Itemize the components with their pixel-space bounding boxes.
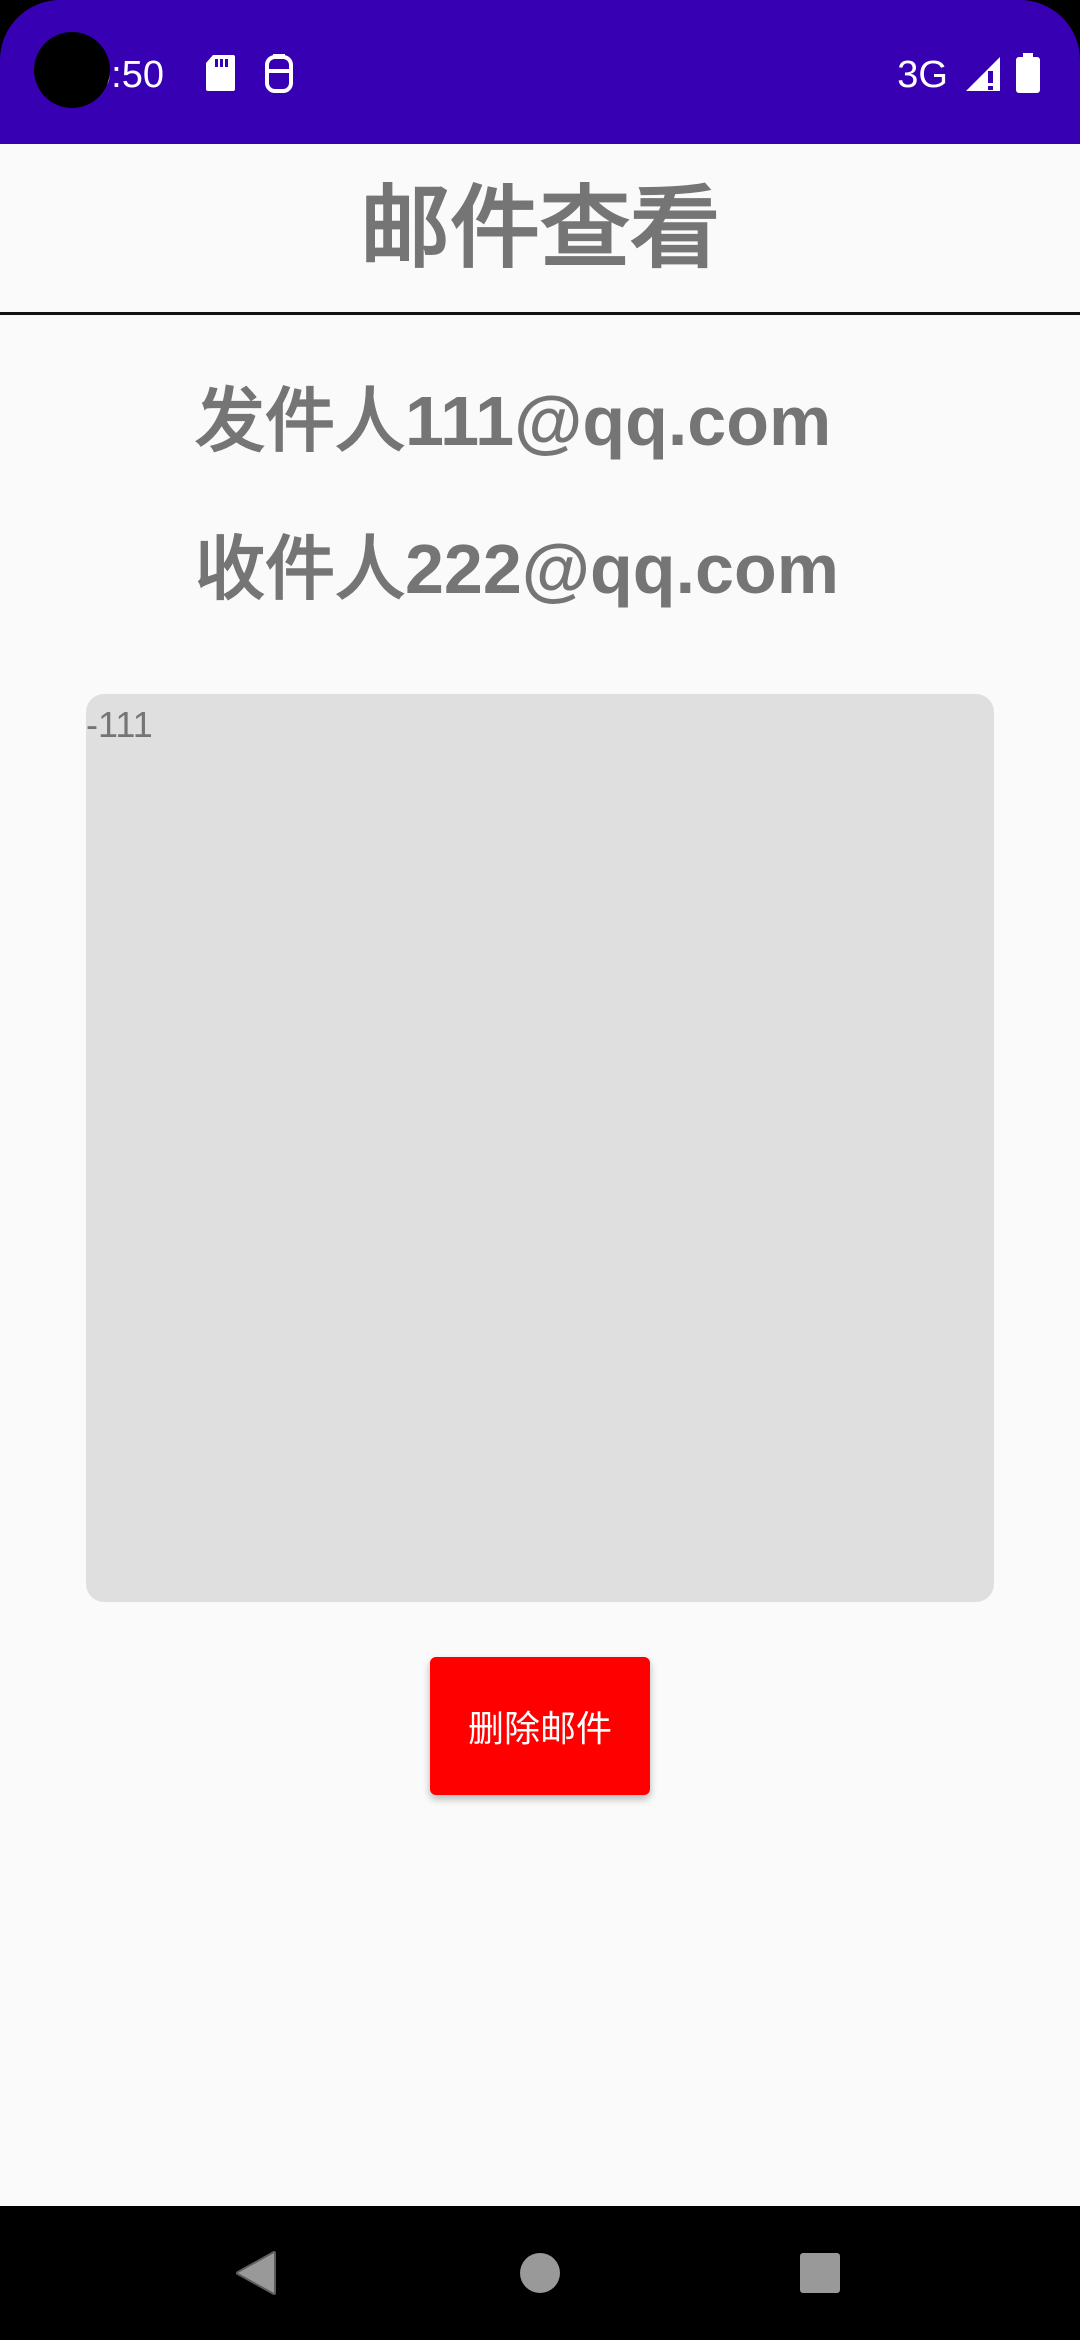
back-icon bbox=[236, 2251, 276, 2295]
mail-body-text: -111 bbox=[86, 704, 153, 745]
title-divider bbox=[0, 312, 1080, 315]
signal-icon bbox=[962, 53, 1002, 98]
phone-screen: 0:50 3G 邮件查看 发件人111@qq.com 收件人222@qq.com… bbox=[0, 0, 1080, 2340]
delete-mail-button[interactable]: 删除邮件 bbox=[430, 1657, 650, 1795]
recents-button[interactable] bbox=[740, 2206, 900, 2340]
network-type: 3G bbox=[897, 54, 948, 96]
receiver-label: 收件人222@qq.com bbox=[195, 530, 839, 608]
navigation-bar bbox=[0, 2206, 1080, 2340]
status-right-group: 3G bbox=[897, 50, 1040, 100]
sd-card-icon bbox=[205, 54, 245, 96]
home-button[interactable] bbox=[460, 2206, 620, 2340]
mail-body-box[interactable]: -111 bbox=[86, 694, 994, 1602]
sender-label: 发件人111@qq.com bbox=[195, 382, 832, 460]
recents-icon bbox=[800, 2253, 840, 2293]
back-button[interactable] bbox=[176, 2206, 336, 2340]
camera-cutout bbox=[34, 32, 110, 108]
mail-view-page: 邮件查看 发件人111@qq.com 收件人222@qq.com -111 删除… bbox=[0, 144, 1080, 2206]
page-title: 邮件查看 bbox=[360, 179, 720, 279]
status-bar: 0:50 3G bbox=[0, 0, 1080, 144]
home-icon bbox=[520, 2253, 560, 2293]
notification-icon bbox=[263, 54, 303, 96]
battery-icon bbox=[1016, 52, 1040, 98]
